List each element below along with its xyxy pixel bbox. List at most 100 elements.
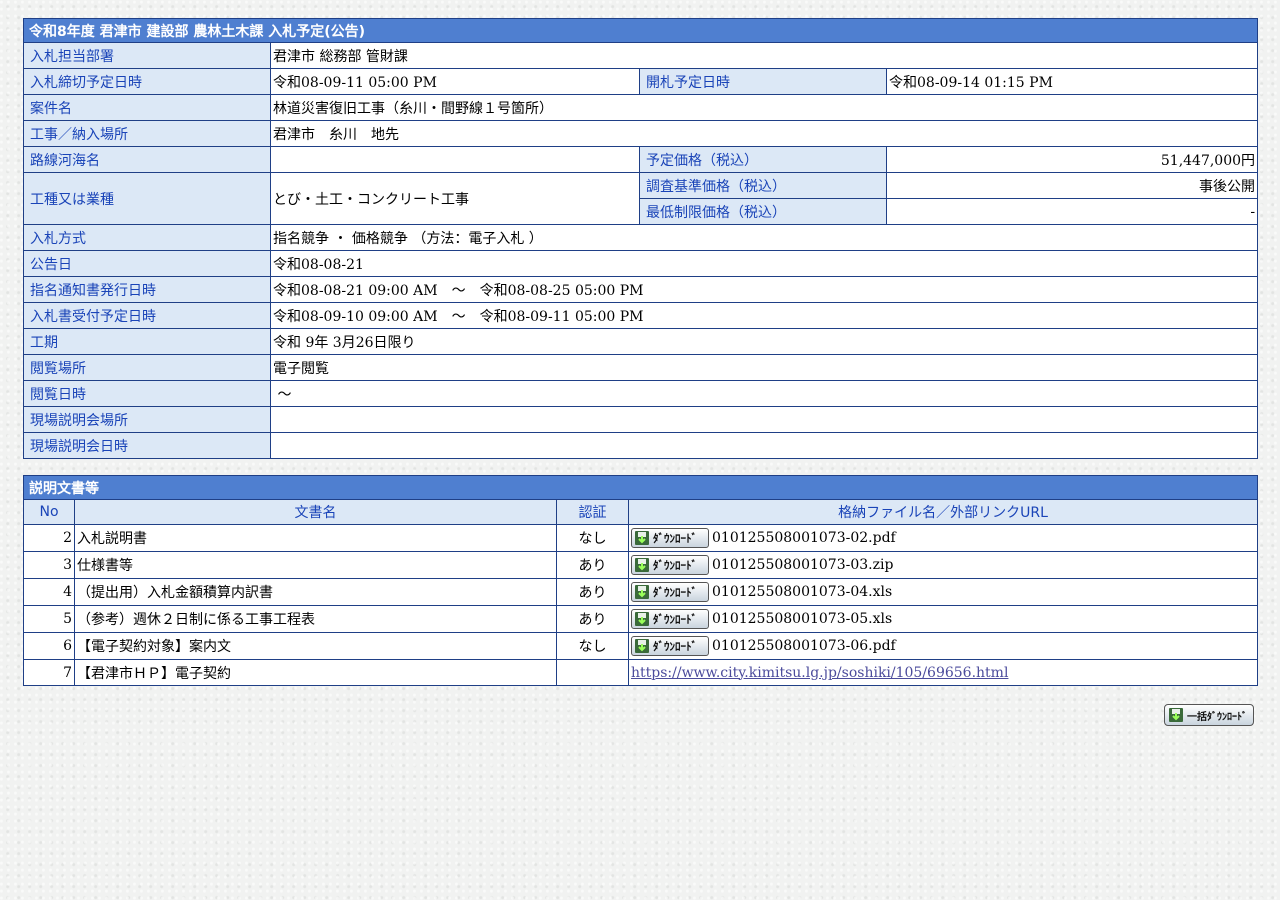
download-label: ﾀﾞｳﾝﾛｰﾄﾞ xyxy=(653,532,697,545)
case-value: 林道災害復旧工事（糸川・間野線１号箇所） xyxy=(269,94,1259,121)
doc-no: 4 xyxy=(23,578,75,606)
doc-name: （提出用）入札金額積算内訳書 xyxy=(74,578,557,606)
file-name: 010125508001073-03.zip xyxy=(712,557,894,573)
place-label: 工事／納入場所 xyxy=(23,120,271,147)
doc-file-cell: ﾀﾞｳﾝﾛｰﾄﾞ 010125508001073-06.pdf xyxy=(628,632,1258,660)
site-date-label: 現場説明会日時 xyxy=(23,432,271,459)
case-label: 案件名 xyxy=(23,94,271,121)
download-label: ﾀﾞｳﾝﾛｰﾄﾞ xyxy=(653,613,697,626)
floppy-download-icon xyxy=(634,557,650,573)
download-button[interactable]: ﾀﾞｳﾝﾛｰﾄﾞ xyxy=(631,636,709,656)
download-button[interactable]: ﾀﾞｳﾝﾛｰﾄﾞ xyxy=(631,528,709,548)
external-link[interactable]: https://www.city.kimitsu.lg.jp/soshiki/1… xyxy=(631,665,1008,681)
doc-auth: なし xyxy=(556,524,629,552)
col-header-name: 文書名 xyxy=(74,499,557,525)
opening-value: 令和08-09-14 01:15 PM xyxy=(885,68,1259,95)
floppy-download-icon xyxy=(634,584,650,600)
min-price-value: - xyxy=(885,198,1259,225)
nomination-label: 指名通知書発行日時 xyxy=(23,276,271,303)
floppy-download-icon xyxy=(634,611,650,627)
doc-no: 7 xyxy=(23,659,75,686)
table-row: 5 （参考）週休２日制に係る工事工程表 あり ﾀﾞｳﾝﾛｰﾄﾞ 010125508001… xyxy=(23,605,1258,633)
min-price-label: 最低制限価格（税込） xyxy=(639,198,887,225)
doc-no: 2 xyxy=(23,524,75,552)
doc-name: 【君津市ＨＰ】電子契約 xyxy=(74,659,557,686)
doc-file-cell: ﾀﾞｳﾝﾛｰﾄﾞ 010125508001073-04.xls xyxy=(628,578,1258,606)
col-header-no: No xyxy=(23,499,75,525)
notice-table: 令和8年度 君津市 建設部 農林土木課 入札予定(公告) 入札担当部署 君津市 … xyxy=(22,18,1259,459)
doc-no: 5 xyxy=(23,605,75,633)
method-label: 入札方式 xyxy=(23,224,271,251)
doc-auth: あり xyxy=(556,605,629,633)
method-value: 指名競争 ・ 価格競争 （方法：電子入札 ） xyxy=(269,224,1259,251)
doc-link-cell: https://www.city.kimitsu.lg.jp/soshiki/1… xyxy=(628,659,1258,686)
file-name: 010125508001073-02.pdf xyxy=(712,530,896,546)
table-row: 3 仕様書等 あり ﾀﾞｳﾝﾛｰﾄﾞ 010125508001073-03.zip xyxy=(23,551,1258,579)
route-label: 路線河海名 xyxy=(23,146,271,173)
download-button[interactable]: ﾀﾞｳﾝﾛｰﾄﾞ xyxy=(631,555,709,575)
doc-name: 【電子契約対象】案内文 xyxy=(74,632,557,660)
view-date-label: 閲覧日時 xyxy=(23,380,271,407)
nomination-value: 令和08-08-21 09:00 AM ～ 令和08-08-25 05:00 P… xyxy=(269,276,1259,303)
doc-no: 6 xyxy=(23,632,75,660)
table-row: 2 入札説明書 なし ﾀﾞｳﾝﾛｰﾄﾞ 010125508001073-02.pdf xyxy=(23,524,1258,552)
opening-label: 開札予定日時 xyxy=(639,68,887,95)
announce-value: 令和08-08-21 xyxy=(269,250,1259,277)
download-label: ﾀﾞｳﾝﾛｰﾄﾞ xyxy=(653,586,697,599)
type-value: とび・土工・コンクリート工事 xyxy=(270,172,640,225)
place-value: 君津市 糸川 地先 xyxy=(269,120,1259,147)
col-header-file: 格納ファイル名／外部リンクURL xyxy=(628,499,1258,525)
type-label: 工種又は業種 xyxy=(23,172,271,225)
view-place-value: 電子閲覧 xyxy=(269,354,1259,381)
site-place-label: 現場説明会場所 xyxy=(23,406,271,433)
documents-table: 説明文書等 No 文書名 認証 格納ファイル名／外部リンクURL 2 入札説明書な… xyxy=(23,475,1258,686)
file-name: 010125508001073-06.pdf xyxy=(712,638,896,654)
floppy-download-icon xyxy=(634,638,650,654)
notice-title: 令和8年度 君津市 建設部 農林土木課 入札予定(公告) xyxy=(22,18,1259,43)
bulk-download-label: 一括ﾀﾞｳﾝﾛｰﾄﾞ xyxy=(1187,711,1247,723)
receipt-value: 令和08-09-10 09:00 AM ～ 令和08-09-11 05:00 P… xyxy=(269,302,1259,329)
download-label: ﾀﾞｳﾝﾛｰﾄﾞ xyxy=(653,559,697,572)
doc-name: 仕様書等 xyxy=(74,551,557,579)
doc-file-cell: ﾀﾞｳﾝﾛｰﾄﾞ 010125508001073-03.zip xyxy=(628,551,1258,579)
floppy-download-icon xyxy=(634,530,650,546)
file-name: 010125508001073-05.xls xyxy=(712,611,893,627)
file-name: 010125508001073-04.xls xyxy=(712,584,893,600)
dept-value: 君津市 総務部 管財課 xyxy=(269,42,1259,69)
period-label: 工期 xyxy=(23,328,271,355)
doc-no: 3 xyxy=(23,551,75,579)
period-value: 令和 9年 3月26日限り xyxy=(269,328,1259,355)
bulk-download-button[interactable]: 一括ﾀﾞｳﾝﾛｰﾄﾞ xyxy=(1164,704,1254,726)
planned-price-value: 51,447,000円 xyxy=(885,146,1259,173)
doc-auth: あり xyxy=(556,578,629,606)
doc-auth: なし xyxy=(556,632,629,660)
announce-label: 公告日 xyxy=(23,250,271,277)
col-header-auth: 認証 xyxy=(556,499,629,525)
receipt-label: 入札書受付予定日時 xyxy=(23,302,271,329)
table-row: 4 （提出用）入札金額積算内訳書 あり ﾀﾞｳﾝﾛｰﾄﾞ 010125508001073… xyxy=(23,578,1258,606)
deadline-value: 令和08-09-11 05:00 PM xyxy=(270,68,640,95)
view-date-value: ～ xyxy=(269,380,1259,407)
doc-file-cell: ﾀﾞｳﾝﾛｰﾄﾞ 010125508001073-05.xls xyxy=(628,605,1258,633)
survey-price-label: 調査基準価格（税込） xyxy=(639,172,887,199)
doc-name: （参考）週休２日制に係る工事工程表 xyxy=(74,605,557,633)
download-button[interactable]: ﾀﾞｳﾝﾛｰﾄﾞ xyxy=(631,609,709,629)
doc-auth: あり xyxy=(556,551,629,579)
view-place-label: 閲覧場所 xyxy=(23,354,271,381)
route-value xyxy=(270,146,640,173)
doc-file-cell: ﾀﾞｳﾝﾛｰﾄﾞ 010125508001073-02.pdf xyxy=(628,524,1258,552)
deadline-label: 入札締切予定日時 xyxy=(23,68,271,95)
table-row: 7 【君津市ＨＰ】電子契約 https://www.city.kimitsu.lg.… xyxy=(23,659,1258,686)
table-row: 6 【電子契約対象】案内文 なし ﾀﾞｳﾝﾛｰﾄﾞ 010125508001073-06… xyxy=(23,632,1258,660)
survey-price-value: 事後公開 xyxy=(885,172,1259,199)
download-label: ﾀﾞｳﾝﾛｰﾄﾞ xyxy=(653,640,697,653)
dept-label: 入札担当部署 xyxy=(23,42,271,69)
floppy-download-icon xyxy=(1168,707,1184,723)
documents-title: 説明文書等 xyxy=(23,475,1258,500)
site-place-value xyxy=(269,406,1259,433)
download-button[interactable]: ﾀﾞｳﾝﾛｰﾄﾞ xyxy=(631,582,709,602)
site-date-value xyxy=(269,432,1259,459)
doc-auth xyxy=(556,659,629,686)
doc-name: 入札説明書 xyxy=(74,524,557,552)
planned-price-label: 予定価格（税込） xyxy=(639,146,887,173)
